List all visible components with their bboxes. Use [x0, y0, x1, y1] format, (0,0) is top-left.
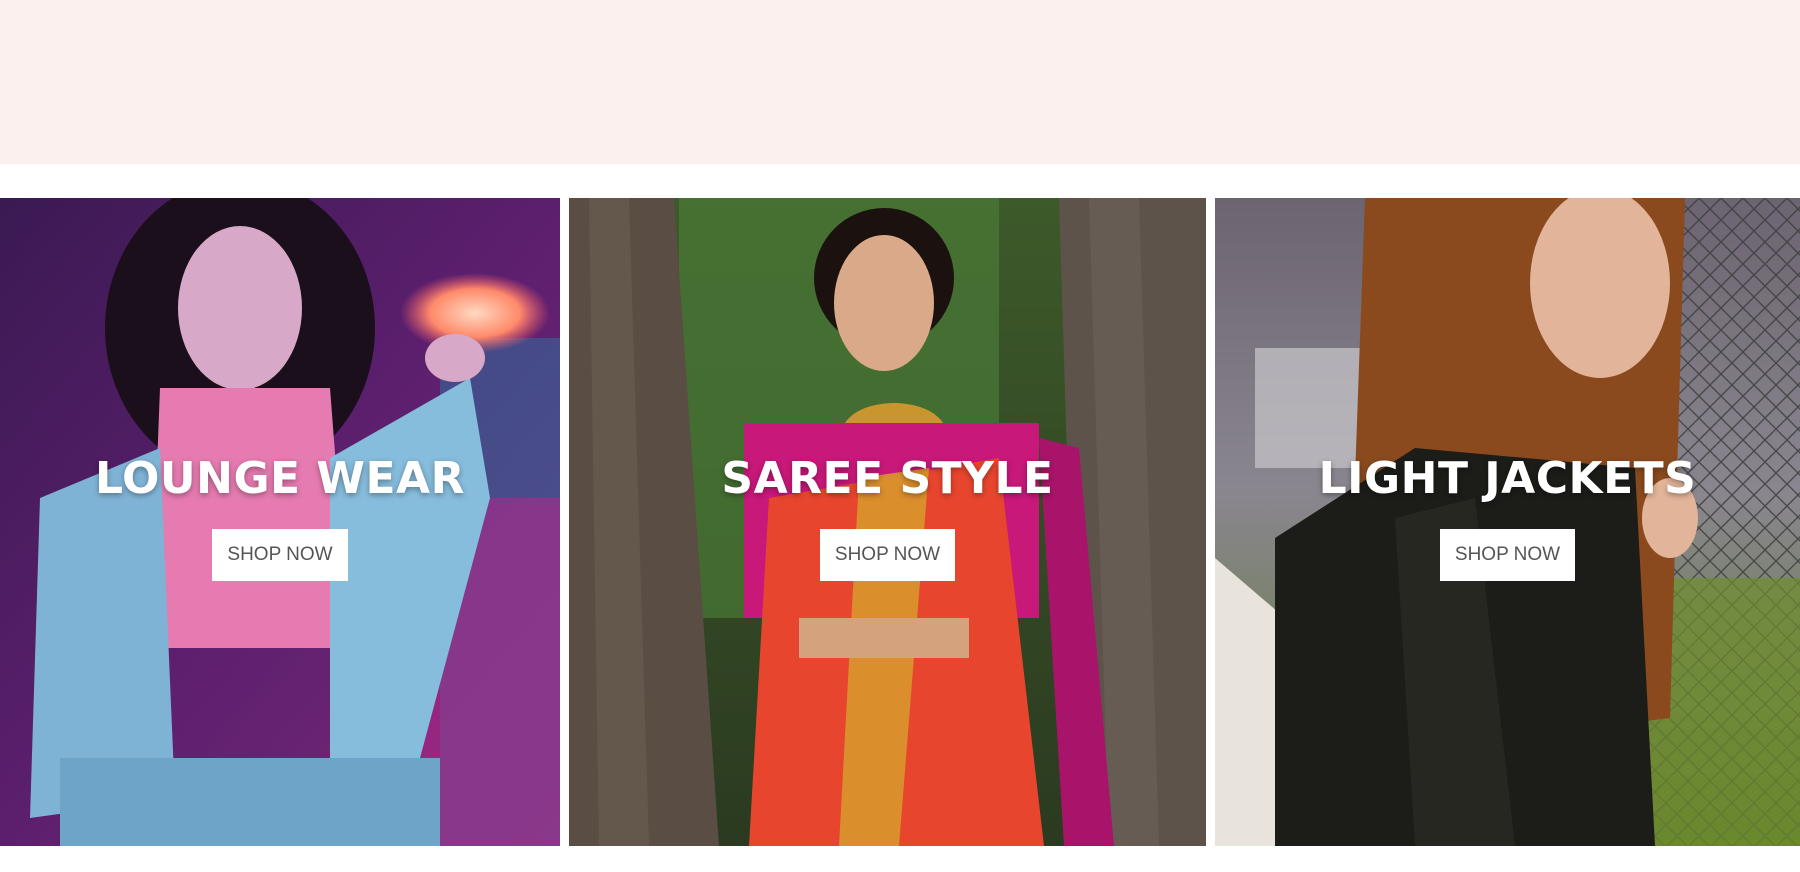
collection-title-light-jackets: LIGHT JACKETS	[1318, 453, 1697, 504]
collection-title-saree-style: SAREE STYLE	[721, 453, 1054, 504]
shop-now-button-saree-style[interactable]: SHOP NOW	[819, 529, 956, 581]
shop-now-button-light-jackets[interactable]: SHOP NOW	[1439, 529, 1576, 581]
shop-now-button-lounge-wear[interactable]: SHOP NOW	[212, 529, 348, 581]
collection-card-saree-style[interactable]: SAREE STYLE SHOP NOW	[569, 198, 1206, 846]
lounge-wear-overlay: LOUNGE WEAR SHOP NOW	[0, 453, 560, 581]
saree-style-overlay: SAREE STYLE SHOP NOW	[569, 453, 1206, 581]
collection-title-lounge-wear: LOUNGE WEAR	[95, 453, 465, 504]
collection-grid: LOUNGE WEAR SHOP NOW SAREE STYLE SHOP NO…	[0, 198, 1800, 846]
light-jackets-overlay: LIGHT JACKETS SHOP NOW	[1215, 453, 1800, 581]
top-banner	[0, 0, 1800, 164]
collection-card-light-jackets[interactable]: LIGHT JACKETS SHOP NOW	[1215, 198, 1800, 846]
collection-card-lounge-wear[interactable]: LOUNGE WEAR SHOP NOW	[0, 198, 560, 846]
